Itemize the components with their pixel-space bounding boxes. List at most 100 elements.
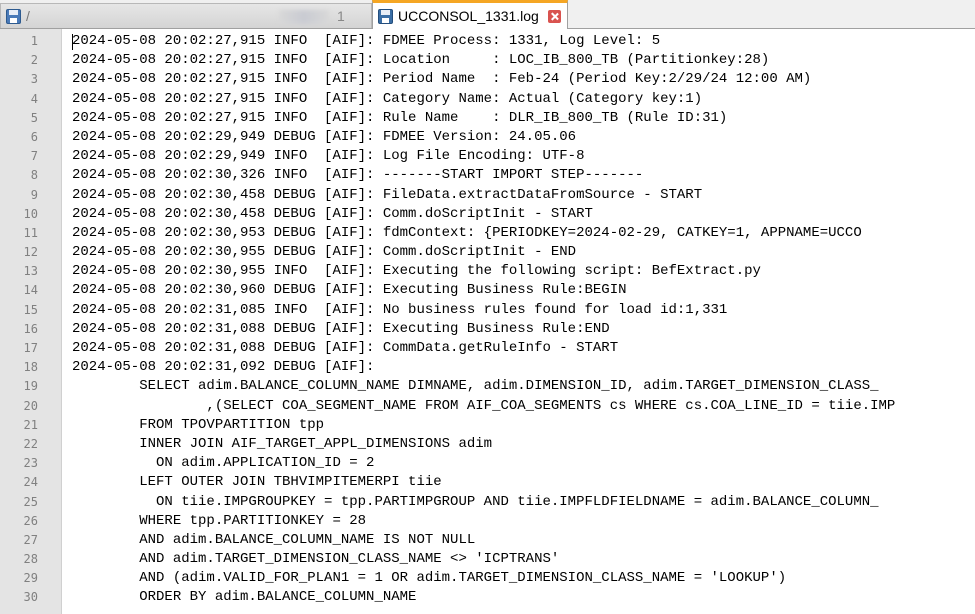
editor-line[interactable]: 2 2024-05-08 20:02:27,915 INFO [AIF]: Loc… bbox=[0, 51, 975, 70]
line-number: 3 bbox=[30, 72, 38, 87]
notepad-plus-plus-window: / 1 UCCONSOL_1331.log 1 2024-05-08 20:02:… bbox=[0, 0, 975, 614]
line-number: 9 bbox=[30, 187, 38, 202]
line-text: ON adim.APPLICATION_ID = 2 bbox=[72, 455, 375, 472]
line-text: FROM TPOVPARTITION tpp bbox=[72, 416, 325, 433]
editor-line[interactable]: 11 2024-05-08 20:02:30,953 DEBUG [AIF]: f… bbox=[0, 224, 975, 243]
line-text: 2024-05-08 20:02:30,458 DEBUG [AIF]: Fil… bbox=[72, 186, 703, 203]
editor-line[interactable]: 1 2024-05-08 20:02:27,915 INFO [AIF]: FDM… bbox=[0, 32, 975, 51]
editor-line[interactable]: 24 LEFT OUTER JOIN TBHVIMPITEMERPI tiie bbox=[0, 473, 975, 492]
line-text: ,(SELECT COA_SEGMENT_NAME FROM AIF_COA_S… bbox=[72, 397, 896, 414]
line-number: 21 bbox=[23, 417, 38, 432]
line-number: 14 bbox=[23, 283, 38, 298]
editor-line[interactable]: 13 2024-05-08 20:02:30,955 INFO [AIF]: Ex… bbox=[0, 262, 975, 281]
line-number: 23 bbox=[23, 456, 38, 471]
line-text: AND adim.BALANCE_COLUMN_NAME IS NOT NULL bbox=[72, 531, 476, 548]
text-editor[interactable]: 1 2024-05-08 20:02:27,915 INFO [AIF]: FDM… bbox=[0, 29, 975, 614]
line-number: 15 bbox=[23, 302, 38, 317]
line-number: 8 bbox=[30, 168, 38, 183]
line-text: 2024-05-08 20:02:29,949 DEBUG [AIF]: FDM… bbox=[72, 128, 577, 145]
line-text: 2024-05-08 20:02:27,915 INFO [AIF]: Peri… bbox=[72, 71, 812, 88]
line-number: 2 bbox=[30, 53, 38, 68]
editor-line[interactable]: 16 2024-05-08 20:02:31,088 DEBUG [AIF]: E… bbox=[0, 320, 975, 339]
editor-line[interactable]: 25 ON tiie.IMPGROUPKEY = tpp.PARTIMPGROU… bbox=[0, 493, 975, 512]
line-text: 2024-05-08 20:02:31,088 DEBUG [AIF]: Com… bbox=[72, 340, 619, 356]
editor-line[interactable]: 7 2024-05-08 20:02:29,949 INFO [AIF]: Log… bbox=[0, 147, 975, 166]
line-text: 2024-05-08 20:02:31,092 DEBUG [AIF]: bbox=[72, 359, 375, 376]
line-number: 5 bbox=[30, 110, 38, 125]
line-number: 25 bbox=[23, 494, 38, 509]
close-tab-icon[interactable] bbox=[547, 9, 561, 23]
editor-line[interactable]: 12 2024-05-08 20:02:30,955 DEBUG [AIF]: C… bbox=[0, 243, 975, 262]
editor-line[interactable]: 29 AND (adim.VALID_FOR_PLAN1 = 1 OR adim… bbox=[0, 569, 975, 588]
line-text: 2024-05-08 20:02:30,953 DEBUG [AIF]: fdm… bbox=[72, 224, 862, 241]
line-number: 12 bbox=[23, 245, 38, 260]
editor-line[interactable]: 3 2024-05-08 20:02:27,915 INFO [AIF]: Per… bbox=[0, 70, 975, 89]
line-text: AND adim.TARGET_DIMENSION_CLASS_NAME <> … bbox=[72, 551, 560, 568]
line-text: 2024-05-08 20:02:27,915 INFO [AIF]: Loca… bbox=[72, 52, 770, 69]
line-text: 2024-05-08 20:02:31,085 INFO [AIF]: No b… bbox=[72, 301, 728, 318]
floppy-disk-icon bbox=[378, 8, 393, 24]
line-number: 18 bbox=[23, 360, 38, 375]
editor-line[interactable]: 6 2024-05-08 20:02:29,949 DEBUG [AIF]: FD… bbox=[0, 128, 975, 147]
editor-line[interactable]: 8 2024-05-08 20:02:30,326 INFO [AIF]: ---… bbox=[0, 166, 975, 185]
editor-line[interactable]: 15 2024-05-08 20:02:31,085 INFO [AIF]: No… bbox=[0, 301, 975, 320]
editor-line[interactable]: 21 FROM TPOVPARTITION tpp bbox=[0, 416, 975, 435]
line-number: 27 bbox=[23, 532, 38, 547]
line-number: 29 bbox=[23, 571, 38, 586]
line-text: 2024-05-08 20:02:29,949 INFO [AIF]: Log … bbox=[72, 148, 585, 165]
editor-line[interactable]: 30 ORDER BY adim.BALANCE_COLUMN_NAME bbox=[0, 588, 975, 607]
line-text: 2024-05-08 20:02:27,915 INFO [AIF]: FDME… bbox=[72, 33, 661, 49]
line-number: 13 bbox=[23, 264, 38, 279]
line-text: 2024-05-08 20:02:30,458 DEBUG [AIF]: Com… bbox=[72, 205, 593, 222]
tab-suffix: 1 bbox=[337, 8, 345, 24]
editor-line[interactable]: 17 2024-05-08 20:02:31,088 DEBUG [AIF]: C… bbox=[0, 339, 975, 358]
editor-line[interactable]: 9 2024-05-08 20:02:30,458 DEBUG [AIF]: Fi… bbox=[0, 186, 975, 205]
line-text: 2024-05-08 20:02:30,955 INFO [AIF]: Exec… bbox=[72, 263, 761, 280]
editor-line[interactable]: 23 ON adim.APPLICATION_ID = 2 bbox=[0, 454, 975, 473]
line-number: 7 bbox=[30, 149, 38, 164]
tab-title: UCCONSOL_1331.log bbox=[398, 8, 539, 24]
line-number: 28 bbox=[23, 552, 38, 567]
tab-bar: / 1 UCCONSOL_1331.log bbox=[0, 0, 975, 29]
line-number: 11 bbox=[23, 225, 38, 240]
line-text: SELECT adim.BALANCE_COLUMN_NAME DIMNAME,… bbox=[72, 378, 879, 395]
editor-lines: 1 2024-05-08 20:02:27,915 INFO [AIF]: FDM… bbox=[0, 32, 975, 608]
editor-line[interactable]: 27 AND adim.BALANCE_COLUMN_NAME IS NOT N… bbox=[0, 531, 975, 550]
line-number: 26 bbox=[23, 513, 38, 528]
line-text: 2024-05-08 20:02:30,960 DEBUG [AIF]: Exe… bbox=[72, 282, 627, 299]
text-caret bbox=[72, 34, 73, 50]
tab-active-ucconsol-log[interactable]: UCCONSOL_1331.log bbox=[372, 0, 568, 29]
line-number: 16 bbox=[23, 321, 38, 336]
editor-line[interactable]: 28 AND adim.TARGET_DIMENSION_CLASS_NAME … bbox=[0, 550, 975, 569]
line-number: 4 bbox=[30, 91, 38, 106]
line-text: 2024-05-08 20:02:31,088 DEBUG [AIF]: Exe… bbox=[72, 320, 610, 337]
editor-line[interactable]: 19 SELECT adim.BALANCE_COLUMN_NAME DIMNA… bbox=[0, 377, 975, 396]
line-number: 19 bbox=[23, 379, 38, 394]
editor-line[interactable]: 26 WHERE tpp.PARTITIONKEY = 28 bbox=[0, 512, 975, 531]
line-number: 10 bbox=[23, 206, 38, 221]
line-text: INNER JOIN AIF_TARGET_APPL_DIMENSIONS ad… bbox=[72, 435, 493, 452]
tab-inactive-file[interactable]: / 1 bbox=[0, 3, 372, 28]
line-text: AND (adim.VALID_FOR_PLAN1 = 1 OR adim.TA… bbox=[72, 570, 787, 587]
line-number: 1 bbox=[30, 34, 38, 48]
line-number: 24 bbox=[23, 475, 38, 490]
editor-line[interactable]: 14 2024-05-08 20:02:30,960 DEBUG [AIF]: E… bbox=[0, 281, 975, 300]
editor-line[interactable]: 10 2024-05-08 20:02:30,458 DEBUG [AIF]: C… bbox=[0, 205, 975, 224]
line-text: ON tiie.IMPGROUPKEY = tpp.PARTIMPGROUP A… bbox=[72, 493, 879, 510]
line-text: LEFT OUTER JOIN TBHVIMPITEMERPI tiie bbox=[72, 474, 442, 491]
line-text: 2024-05-08 20:02:30,955 DEBUG [AIF]: Com… bbox=[72, 244, 577, 261]
editor-line[interactable]: 4 2024-05-08 20:02:27,915 INFO [AIF]: Cat… bbox=[0, 90, 975, 109]
line-number: 22 bbox=[23, 436, 38, 451]
tab-title: / bbox=[26, 8, 30, 24]
editor-line[interactable]: 22 INNER JOIN AIF_TARGET_APPL_DIMENSIONS… bbox=[0, 435, 975, 454]
editor-line[interactable]: 18 2024-05-08 20:02:31,092 DEBUG [AIF]: bbox=[0, 358, 975, 377]
line-number: 17 bbox=[23, 341, 38, 355]
line-number: 30 bbox=[23, 590, 38, 605]
line-text: 2024-05-08 20:02:27,915 INFO [AIF]: Cate… bbox=[72, 90, 703, 107]
line-number: 20 bbox=[23, 398, 38, 413]
line-text: ORDER BY adim.BALANCE_COLUMN_NAME bbox=[72, 589, 417, 606]
redacted-text bbox=[279, 10, 329, 24]
line-text: WHERE tpp.PARTITIONKEY = 28 bbox=[72, 512, 367, 529]
editor-line[interactable]: 20 ,(SELECT COA_SEGMENT_NAME FROM AIF_CO… bbox=[0, 397, 975, 416]
editor-line[interactable]: 5 2024-05-08 20:02:27,915 INFO [AIF]: Rul… bbox=[0, 109, 975, 128]
